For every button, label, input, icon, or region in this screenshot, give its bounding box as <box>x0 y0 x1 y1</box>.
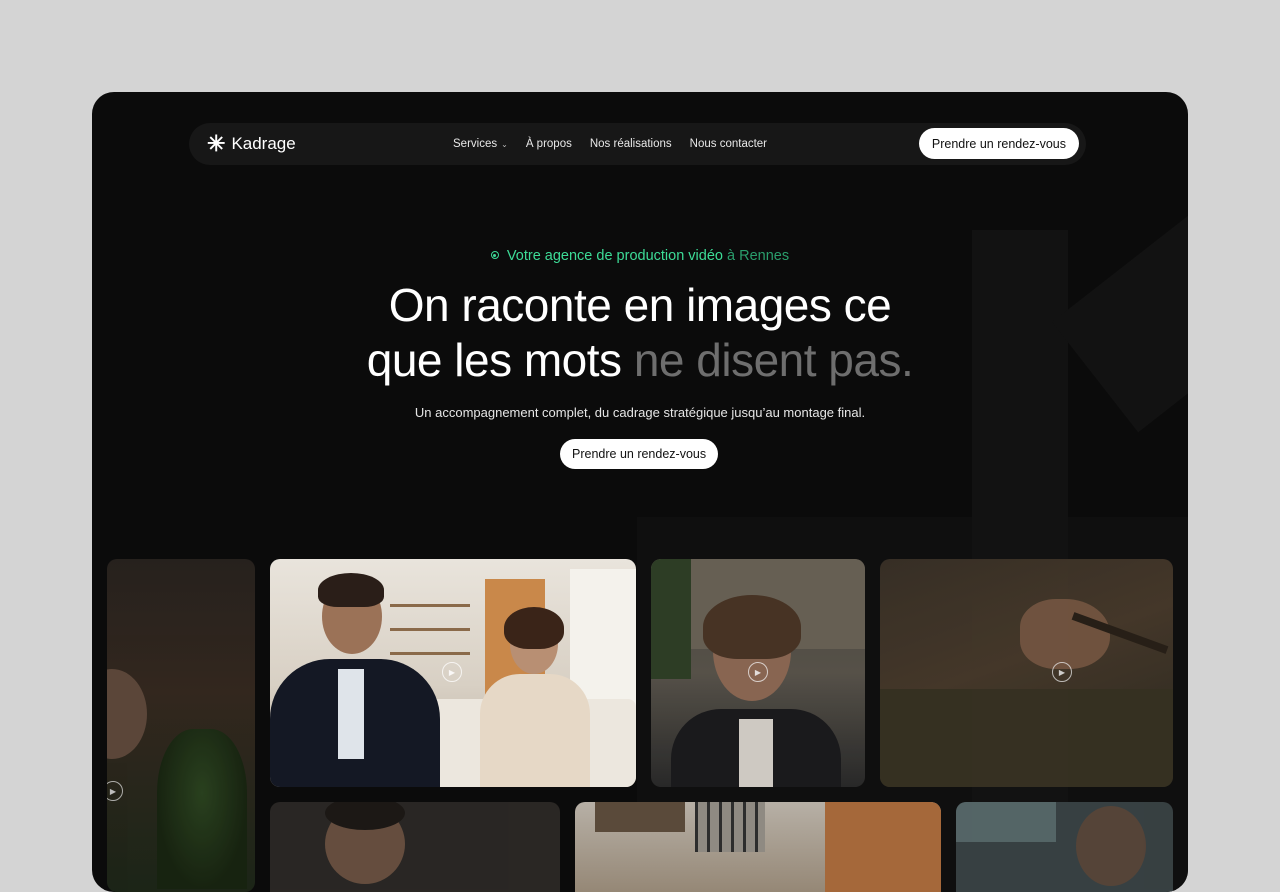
browser-frame: ✳ Kadrage Services ⌄ À propos Nos réalis… <box>92 92 1188 892</box>
play-icon[interactable]: ▶ <box>1052 662 1072 682</box>
play-icon[interactable]: ▶ <box>107 781 123 801</box>
facade-wood <box>825 802 941 892</box>
headline-line-2: que les mots ne disent pas. <box>92 333 1188 388</box>
nav-item-label: À propos <box>525 138 572 150</box>
speaker-face <box>107 669 147 759</box>
nav-item-label: Services <box>453 138 498 150</box>
chevron-down-icon: ⌄ <box>501 139 508 149</box>
hero-tagline: Votre agence de production vidéo à Renne… <box>92 248 1188 264</box>
woman-hair <box>504 607 564 649</box>
nav-item-label: Nous contacter <box>689 138 768 150</box>
brand-logo[interactable]: ✳ Kadrage <box>207 123 296 165</box>
video-card-man-portrait[interactable] <box>270 802 560 892</box>
video-card-man-outdoor[interactable] <box>956 802 1173 892</box>
woman-top <box>739 719 773 787</box>
play-icon[interactable]: ▶ <box>748 662 768 682</box>
headline-white-part: que les mots <box>366 334 634 386</box>
nav-item-services[interactable]: Services ⌄ <box>453 138 508 150</box>
asterisk-logo-icon: ✳ <box>207 131 226 156</box>
nav-item-portfolio[interactable]: Nos réalisations <box>590 138 672 150</box>
sign-background <box>956 802 1056 842</box>
facade-roof <box>595 802 685 832</box>
tree <box>651 559 691 679</box>
hero-appointment-button[interactable]: Prendre un rendez-vous <box>560 439 719 469</box>
nav-item-contact[interactable]: Nous contacter <box>690 138 767 150</box>
video-card-craft[interactable]: ▶ <box>880 559 1173 787</box>
hero-subtitle: Un accompagnement complet, du cadrage st… <box>414 405 866 420</box>
navbar: ✳ Kadrage Services ⌄ À propos Nos réalis… <box>189 123 1086 165</box>
plant-leaves <box>157 729 247 889</box>
video-card-speaker[interactable]: ▶ <box>107 559 255 892</box>
man-shirt <box>338 669 364 759</box>
headline-line-1: On raconte en images ce <box>388 279 892 331</box>
nav-item-about[interactable]: À propos <box>526 138 572 150</box>
nav-menu: Services ⌄ À propos Nos réalisations Nou… <box>453 123 767 165</box>
play-icon[interactable]: ▶ <box>442 662 462 682</box>
bookshelf <box>390 604 470 607</box>
facade-window <box>695 802 765 852</box>
man-head <box>1076 806 1146 886</box>
workbench <box>880 689 1173 787</box>
headline-muted-part: ne disent pas. <box>633 334 914 386</box>
status-dot-icon <box>490 251 499 260</box>
nav-item-label: Nos réalisations <box>589 138 672 150</box>
craft-hand <box>1020 599 1110 669</box>
nav-appointment-button[interactable]: Prendre un rendez-vous <box>918 128 1079 159</box>
woman-hair <box>703 595 801 659</box>
man-hair <box>318 573 384 607</box>
brand-name: Kadrage <box>231 134 296 153</box>
tagline-city: à Rennes <box>727 248 790 264</box>
video-card-interview[interactable]: ▶ <box>270 559 636 787</box>
video-card-building[interactable] <box>575 802 941 892</box>
tagline-main: Votre agence de production vidéo <box>506 248 723 264</box>
video-card-street-woman[interactable]: ▶ <box>651 559 865 787</box>
woman-blazer <box>480 674 590 787</box>
hero-headline: On raconte en images ce que les mots ne … <box>92 278 1188 388</box>
